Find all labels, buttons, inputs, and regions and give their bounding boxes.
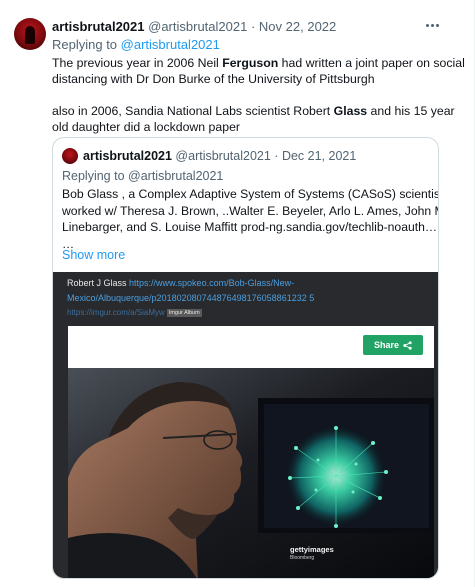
caption-url-link-continued: Mexico/Albuquerque/p20180208074487649817…	[67, 293, 315, 303]
tweet-date[interactable]: Nov 22, 2022	[259, 19, 336, 34]
tweet-line	[52, 87, 447, 103]
share-icon	[403, 340, 412, 350]
caption-name: Robert J Glass	[67, 278, 130, 288]
watermark-credit: Bloomberg	[290, 555, 315, 561]
share-label: Share	[373, 340, 399, 350]
imgur-album-tag: Imgur Album	[166, 308, 202, 317]
quoted-date: Dec 21, 2021	[281, 149, 357, 163]
quoted-line: Bob Glass , a Complex Adaptive System of…	[62, 187, 439, 201]
show-more-link[interactable]: Show more	[62, 248, 125, 262]
photo-illustration	[68, 368, 434, 578]
tweet[interactable]: artisbrutal2021 @artisbrutal2021 · Nov 2…	[0, 0, 475, 587]
quoted-line: Linebarger, and S. Louise Maffitt prod-n…	[62, 220, 438, 234]
separator-dot: ·	[250, 19, 256, 34]
media-caption: Robert J Glass https://www.spokeo.com/Bo…	[67, 278, 294, 288]
quoted-tweet[interactable]: artisbrutal2021 @artisbrutal2021 · Dec 2…	[52, 137, 439, 579]
tweet-line: also in 2006, Sandia National Labs scien…	[52, 104, 455, 118]
replying-to-link[interactable]: @artisbrutal2021	[121, 37, 220, 52]
watermark-brand: gettyimages	[290, 545, 334, 554]
quoted-avatar	[62, 148, 78, 164]
user-handle[interactable]: @artisbrutal2021	[148, 19, 247, 34]
quoted-text: Bob Glass , a Complex Adaptive System of…	[62, 186, 439, 252]
display-name[interactable]: artisbrutal2021	[52, 19, 145, 34]
quoted-handle: @artisbrutal2021	[175, 149, 271, 163]
tweet-line: The previous year in 2006 Neil Ferguson …	[52, 56, 465, 70]
quoted-replying-to: Replying to @artisbrutal2021	[62, 169, 224, 183]
more-options-icon[interactable]	[423, 18, 441, 32]
embedded-image-card: Share gettyimages Bloomberg	[68, 326, 434, 578]
quoted-display-name: artisbrutal2021	[83, 149, 172, 163]
photo-scientist-with-screen: gettyimages Bloomberg	[68, 368, 434, 578]
share-button: Share	[363, 335, 423, 355]
avatar[interactable]	[14, 18, 46, 50]
replying-prefix: Replying to	[52, 37, 118, 52]
quoted-header: artisbrutal2021 @artisbrutal2021 · Dec 2…	[83, 149, 356, 163]
separator-dot: ·	[274, 149, 279, 163]
imgur-line: https://imgur.com/a/SiaMyw Imgur Album	[67, 308, 202, 317]
tweet-header: artisbrutal2021 @artisbrutal2021 · Nov 2…	[52, 19, 336, 34]
getty-watermark: gettyimages Bloomberg	[290, 546, 334, 562]
imgur-link: https://imgur.com/a/SiaMyw	[67, 308, 165, 317]
replying-to: Replying to @artisbrutal2021	[52, 37, 220, 52]
tweet-line: old daughter did a lockdown paper	[52, 120, 241, 134]
tweet-line: distancing with Dr Don Burke of the Univ…	[52, 72, 375, 86]
caption-url-link: https://www.spokeo.com/Bob-Glass/New-	[129, 278, 295, 288]
tweet-text: The previous year in 2006 Neil Ferguson …	[52, 55, 465, 135]
quoted-line: worked w/ Theresa J. Brown, ..Walter E. …	[62, 203, 439, 218]
quoted-media[interactable]: Robert J Glass https://www.spokeo.com/Bo…	[53, 272, 438, 578]
